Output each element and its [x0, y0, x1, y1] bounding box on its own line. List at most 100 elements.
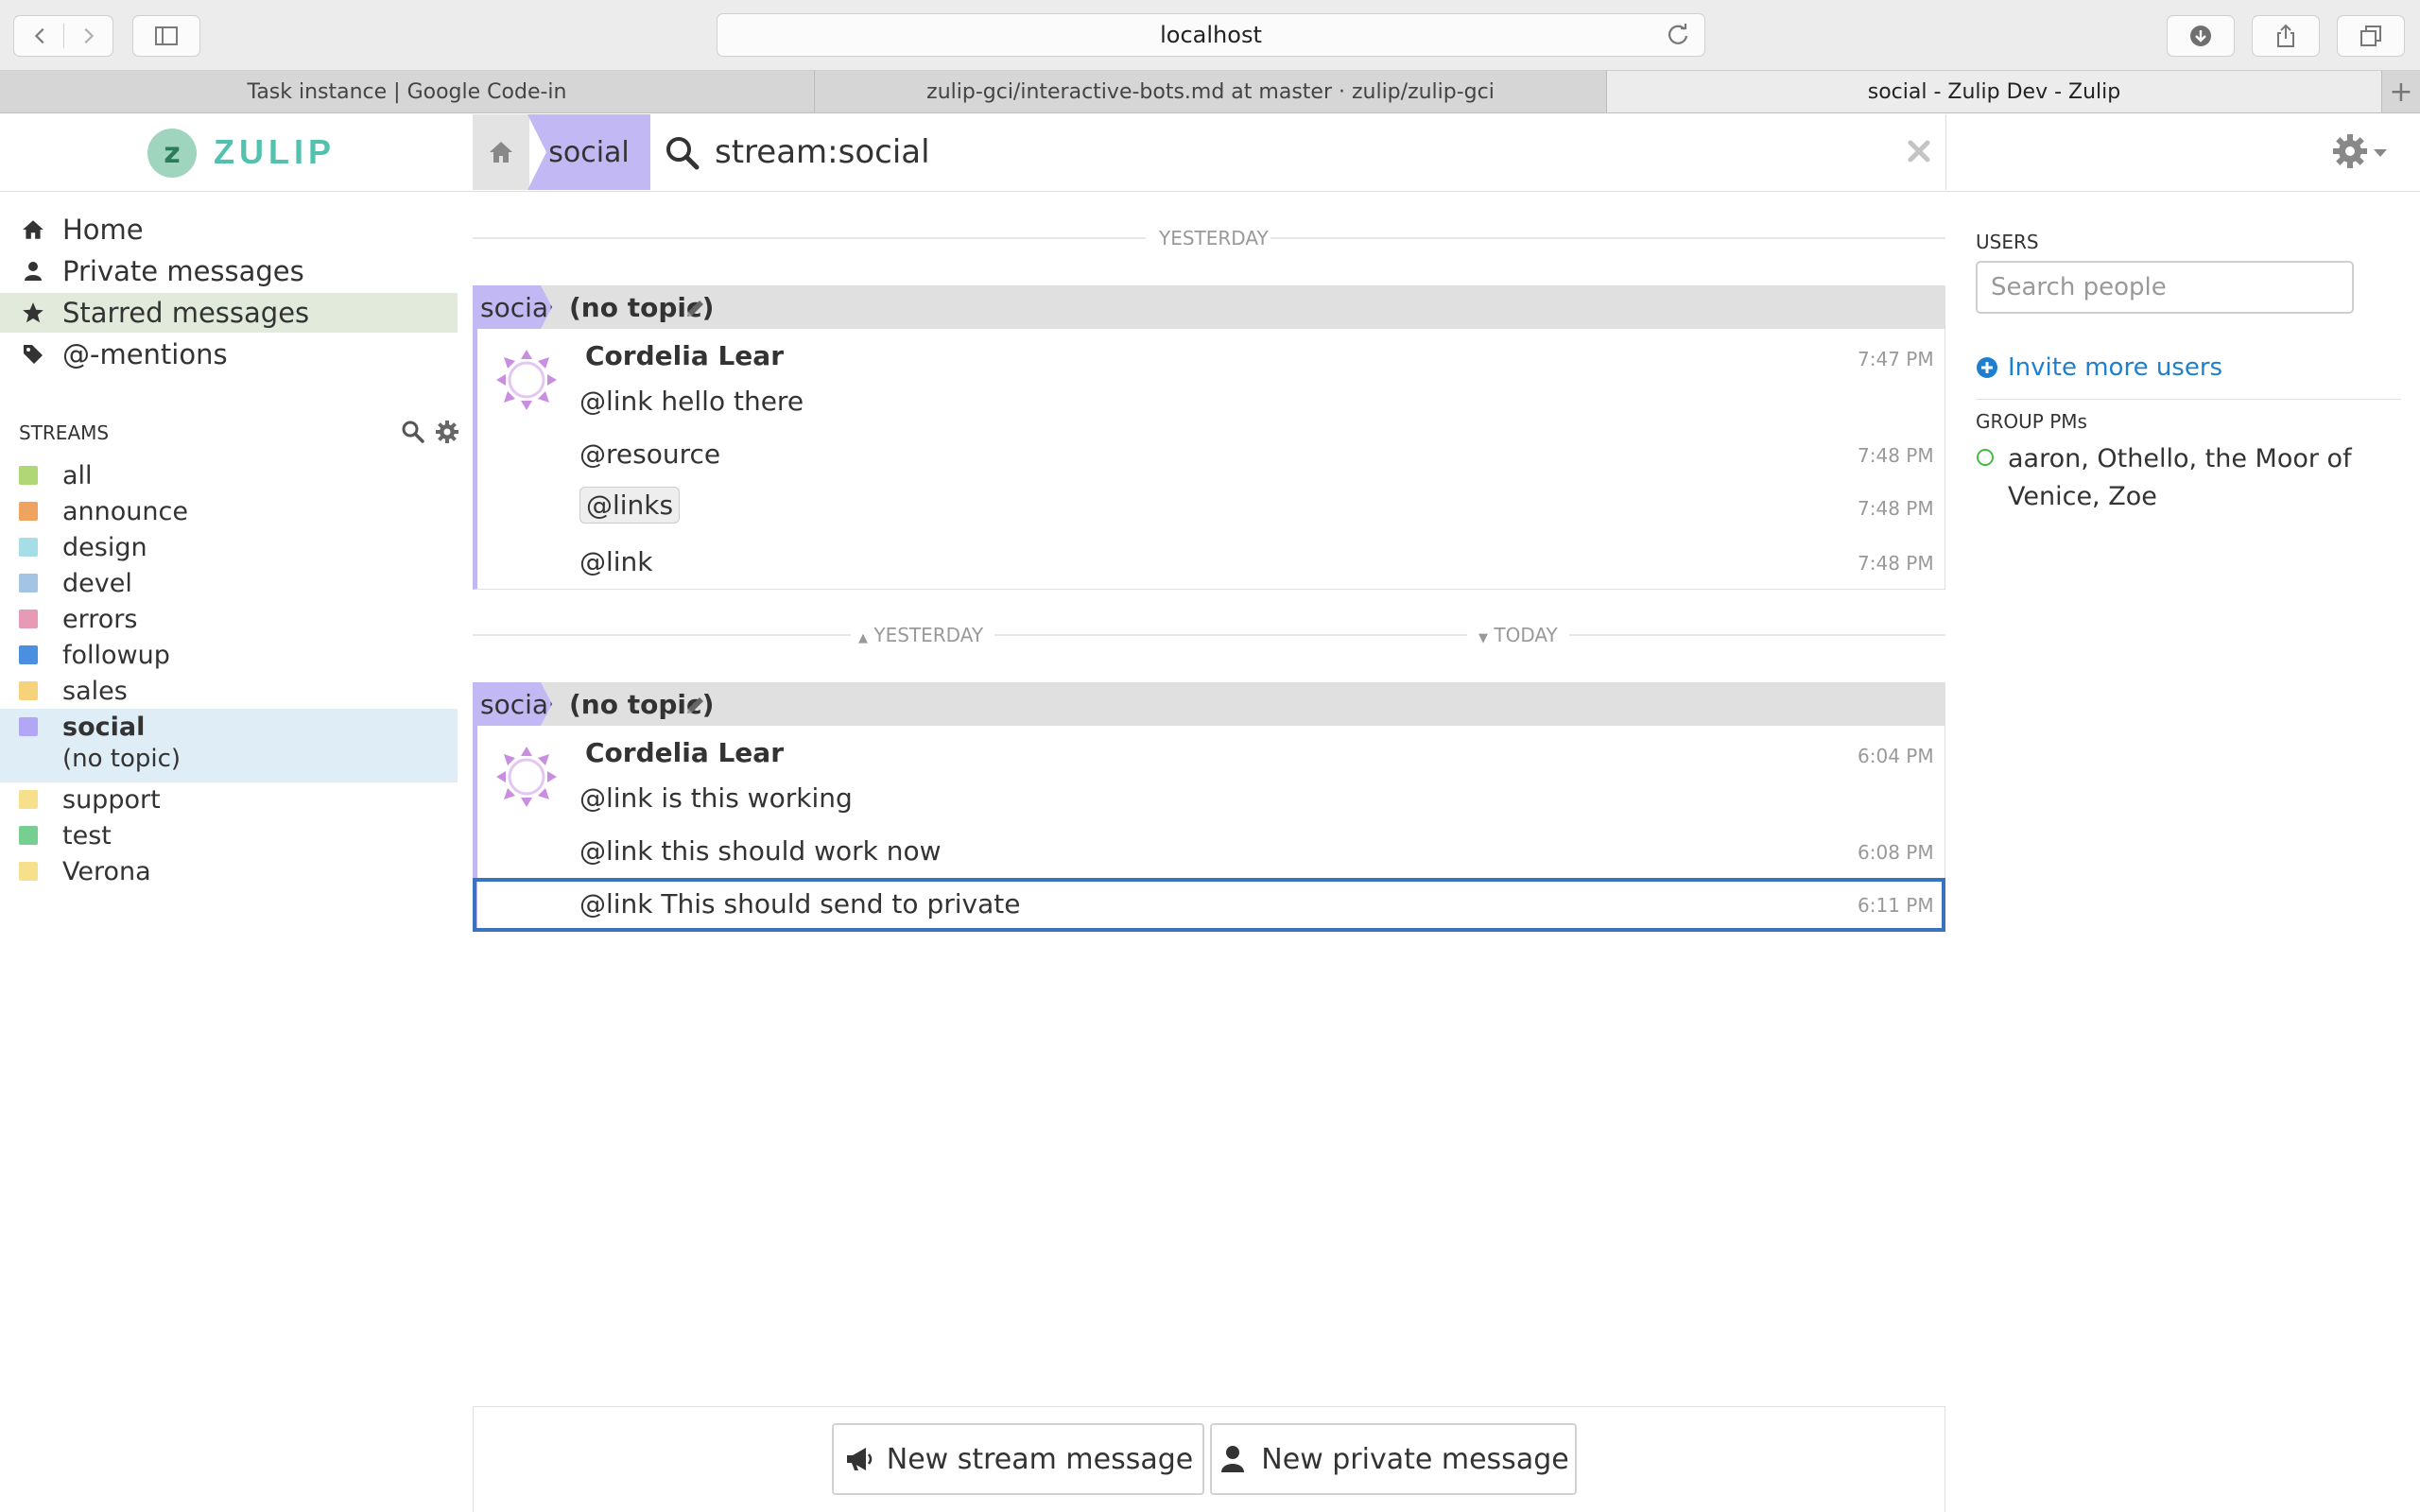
message-timestamp[interactable]: 6:04 PM	[1858, 745, 1934, 767]
invite-users-link[interactable]: Invite more users	[1976, 353, 2222, 382]
caret-down-icon[interactable]	[2373, 147, 2388, 159]
sidebar-item-label: Home	[62, 214, 144, 246]
message-timestamp[interactable]: 7:47 PM	[1858, 348, 1934, 370]
stream-item-announce[interactable]: announce	[0, 493, 458, 529]
download-icon	[2190, 26, 2211, 46]
forward-button[interactable]	[65, 16, 111, 56]
search-icon[interactable]	[401, 420, 425, 444]
brand-name[interactable]: ZULIP	[214, 132, 336, 172]
pencil-icon[interactable]	[684, 297, 707, 319]
sidebar-item-private-messages[interactable]: Private messages	[0, 251, 458, 291]
group-pm-item[interactable]: aaron, Othello, the Moor of Venice, Zoe	[2008, 440, 2405, 516]
tab-zulip[interactable]: social - Zulip Dev - Zulip	[1607, 71, 2382, 112]
url-text: localhost	[1160, 22, 1262, 48]
history-nav	[13, 15, 113, 57]
stream-color-swatch	[19, 610, 38, 628]
stream-color-swatch	[19, 862, 38, 881]
star-icon	[19, 299, 47, 327]
sidebar-item-starred[interactable]: Starred messages	[0, 293, 458, 333]
new-stream-message-button[interactable]: New stream message	[832, 1423, 1204, 1495]
stream-color-swatch	[19, 574, 38, 593]
message-timestamp[interactable]: 6:08 PM	[1858, 841, 1934, 864]
chevron-left-icon	[34, 27, 44, 44]
user-mention[interactable]: @links	[579, 487, 681, 524]
tab-github[interactable]: zulip-gci/interactive-bots.md at master …	[815, 71, 1607, 112]
message-timestamp[interactable]: 7:48 PM	[1858, 497, 1934, 520]
stream-item-sales[interactable]: sales	[0, 673, 458, 709]
stream-item-social[interactable]: social	[0, 709, 458, 745]
pencil-icon[interactable]	[684, 694, 707, 716]
new-private-message-button[interactable]: New private message	[1210, 1423, 1577, 1495]
recipient-stream-label[interactable]: social	[473, 285, 552, 329]
stream-item-devel[interactable]: devel	[0, 565, 458, 601]
tab-overview-button[interactable]	[2337, 15, 2405, 57]
stream-color-swatch	[19, 645, 38, 664]
presence-circle-icon	[1977, 449, 1994, 466]
user-icon	[19, 257, 47, 285]
message-sender[interactable]: Cordelia Lear	[585, 737, 784, 768]
invite-users-label: Invite more users	[2008, 353, 2223, 382]
stream-color-swatch	[19, 790, 38, 809]
tab-google-code-in[interactable]: Task instance | Google Code-in	[0, 71, 815, 112]
message-timestamp[interactable]: 7:48 PM	[1858, 552, 1934, 575]
downloads-button[interactable]	[2167, 15, 2235, 57]
stream-item-followup[interactable]: followup	[0, 637, 458, 673]
date-divider-line	[994, 634, 1467, 636]
search-icon[interactable]	[664, 134, 701, 172]
address-bar[interactable]: localhost	[717, 13, 1705, 57]
date-divider-label: ▲ YESTERDAY	[858, 624, 983, 646]
message-body: @links	[579, 487, 681, 524]
stream-item-design[interactable]: design	[0, 529, 458, 565]
message-sender[interactable]: Cordelia Lear	[585, 340, 784, 371]
avatar[interactable]	[493, 346, 561, 414]
streams-heading[interactable]: STREAMS	[19, 421, 109, 444]
compose-area	[473, 1406, 1945, 1512]
search-people-input[interactable]	[1976, 261, 2354, 314]
date-divider-label: ▼ TODAY	[1478, 624, 1558, 646]
megaphone-icon	[846, 1448, 873, 1470]
selected-message-pointer[interactable]	[473, 878, 1945, 932]
stream-color-swatch	[19, 502, 38, 521]
stream-name: announce	[62, 496, 188, 526]
gear-icon[interactable]	[2331, 132, 2369, 170]
recipient-stream-label[interactable]: social	[473, 682, 552, 726]
stream-color-swatch	[19, 538, 38, 557]
stream-name: all	[62, 460, 93, 490]
stream-item-verona[interactable]: Verona	[0, 853, 458, 889]
date-divider-line	[1569, 634, 1945, 636]
stream-name: Verona	[62, 856, 151, 886]
share-button[interactable]	[2252, 15, 2320, 57]
stream-color-swatch	[19, 681, 38, 700]
stream-name: errors	[62, 604, 138, 634]
stream-name: followup	[62, 640, 170, 670]
share-icon	[2277, 24, 2294, 47]
tab-bar: Task instance | Google Code-in zulip-gci…	[0, 71, 2420, 113]
stream-color-swatch	[19, 717, 38, 736]
date-previous-label: YESTERDAY	[873, 624, 984, 646]
zulip-logo-icon[interactable]: z	[147, 129, 197, 178]
stream-item-all[interactable]: all	[0, 457, 458, 493]
reload-icon[interactable]	[1665, 22, 1691, 48]
gear-icon[interactable]	[435, 420, 459, 444]
header-divider	[1945, 114, 1946, 190]
avatar[interactable]	[493, 743, 561, 811]
search-input[interactable]	[713, 132, 1851, 172]
narrow-home-button[interactable]	[473, 114, 529, 190]
stream-item-support[interactable]: support	[0, 782, 458, 817]
message-timestamp[interactable]: 7:48 PM	[1858, 444, 1934, 467]
home-icon	[19, 215, 47, 244]
group-pms-heading: GROUP PMs	[1976, 410, 2087, 433]
stream-name: devel	[62, 568, 132, 598]
tag-icon	[19, 340, 47, 369]
stream-item-test[interactable]: test	[0, 817, 458, 853]
back-button[interactable]	[18, 16, 63, 56]
new-tab-button[interactable]: +	[2381, 71, 2420, 112]
stream-item-errors[interactable]: errors	[0, 601, 458, 637]
home-icon	[490, 142, 512, 163]
topic-item-no-topic[interactable]: (no topic)	[62, 745, 181, 773]
message-group: Cordelia Lear 7:47 PM @link hello there …	[473, 329, 1945, 590]
sidebar-item-mentions[interactable]: @-mentions	[0, 335, 458, 374]
close-icon[interactable]	[1906, 138, 1932, 164]
sidebar-item-home[interactable]: Home	[0, 210, 458, 249]
sidebar-toggle-button[interactable]	[132, 15, 200, 57]
